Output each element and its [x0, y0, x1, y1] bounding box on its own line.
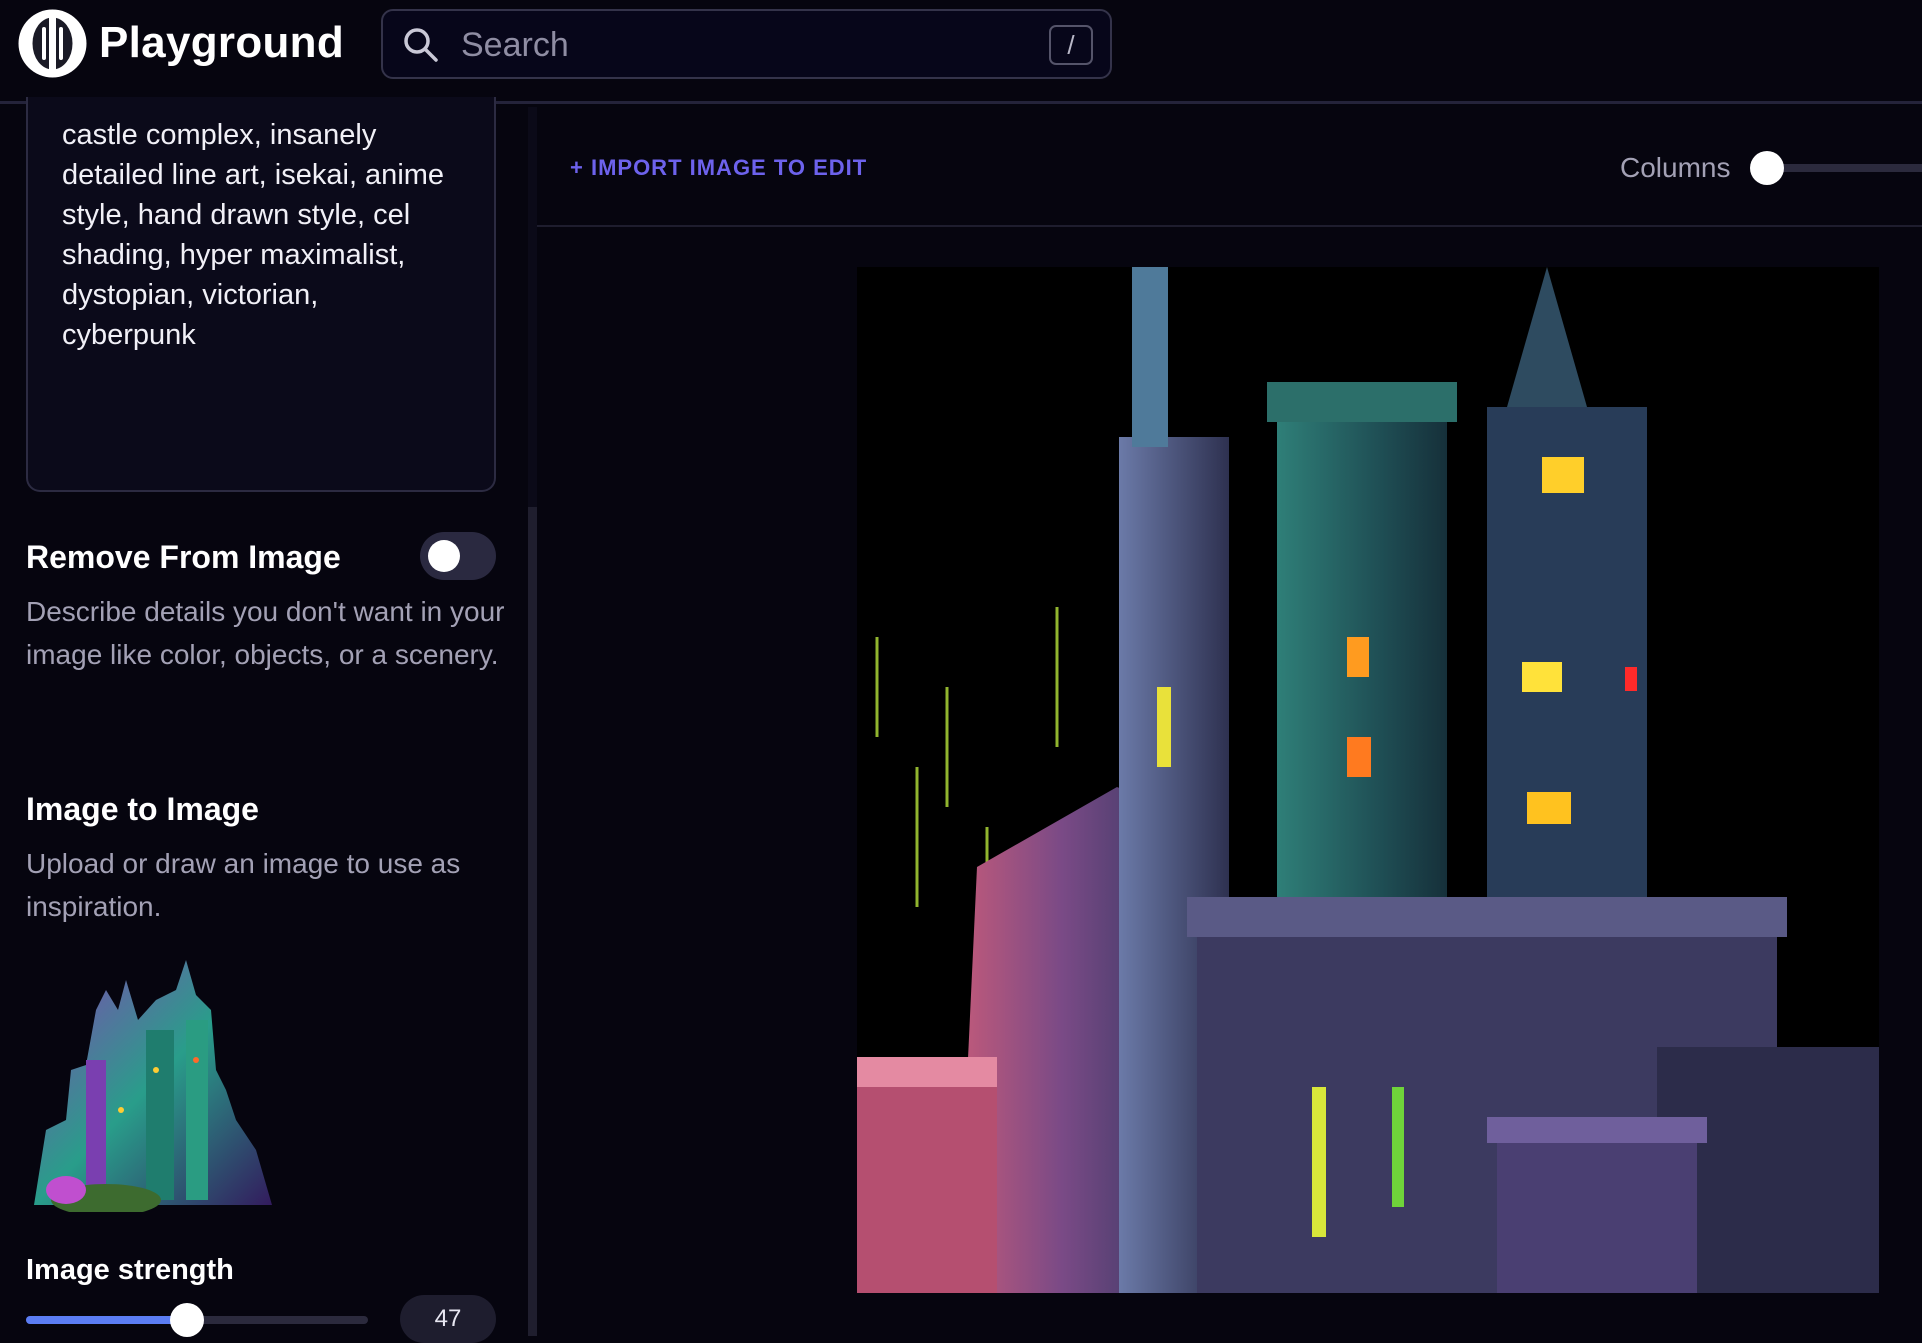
canvas-toolbar: + IMPORT IMAGE TO EDIT Columns — [537, 107, 1922, 227]
top-bar: Playground / — [0, 0, 1922, 104]
image-strength-label: Image strength — [26, 1254, 234, 1286]
columns-slider-handle[interactable] — [1750, 151, 1784, 185]
playground-logo-icon[interactable] — [18, 9, 87, 78]
prompt-text: castle complex, insanely detailed line a… — [62, 119, 445, 351]
sidebar-scrollbar-thumb[interactable] — [528, 107, 537, 507]
image-strength-fill — [26, 1316, 187, 1324]
import-image-button[interactable]: + IMPORT IMAGE TO EDIT — [570, 155, 867, 181]
columns-slider-track[interactable] — [1765, 164, 1922, 172]
search-input[interactable] — [461, 21, 1021, 69]
image-to-image-description: Upload or draw an image to use as inspir… — [26, 848, 461, 922]
columns-label: Columns — [1620, 152, 1731, 183]
search-bar[interactable]: / — [381, 9, 1112, 79]
app-title: Playground — [99, 18, 345, 67]
toggle-knob — [428, 540, 460, 572]
search-icon — [403, 27, 439, 63]
image-strength-handle[interactable] — [169, 1303, 204, 1337]
remove-from-image-toggle[interactable] — [420, 532, 496, 580]
remove-from-image-title: Remove From Image — [26, 539, 341, 575]
source-image-thumbnail[interactable] — [26, 950, 280, 1216]
image-to-image-title: Image to Image — [26, 791, 259, 827]
remove-from-image-description: Describe details you don't want in your … — [26, 596, 505, 670]
search-shortcut-badge: / — [1049, 25, 1093, 65]
settings-sidebar: castle complex, insanely detailed line a… — [0, 97, 528, 1343]
generated-image[interactable] — [857, 267, 1879, 1293]
prompt-textarea[interactable]: castle complex, insanely detailed line a… — [26, 97, 496, 492]
